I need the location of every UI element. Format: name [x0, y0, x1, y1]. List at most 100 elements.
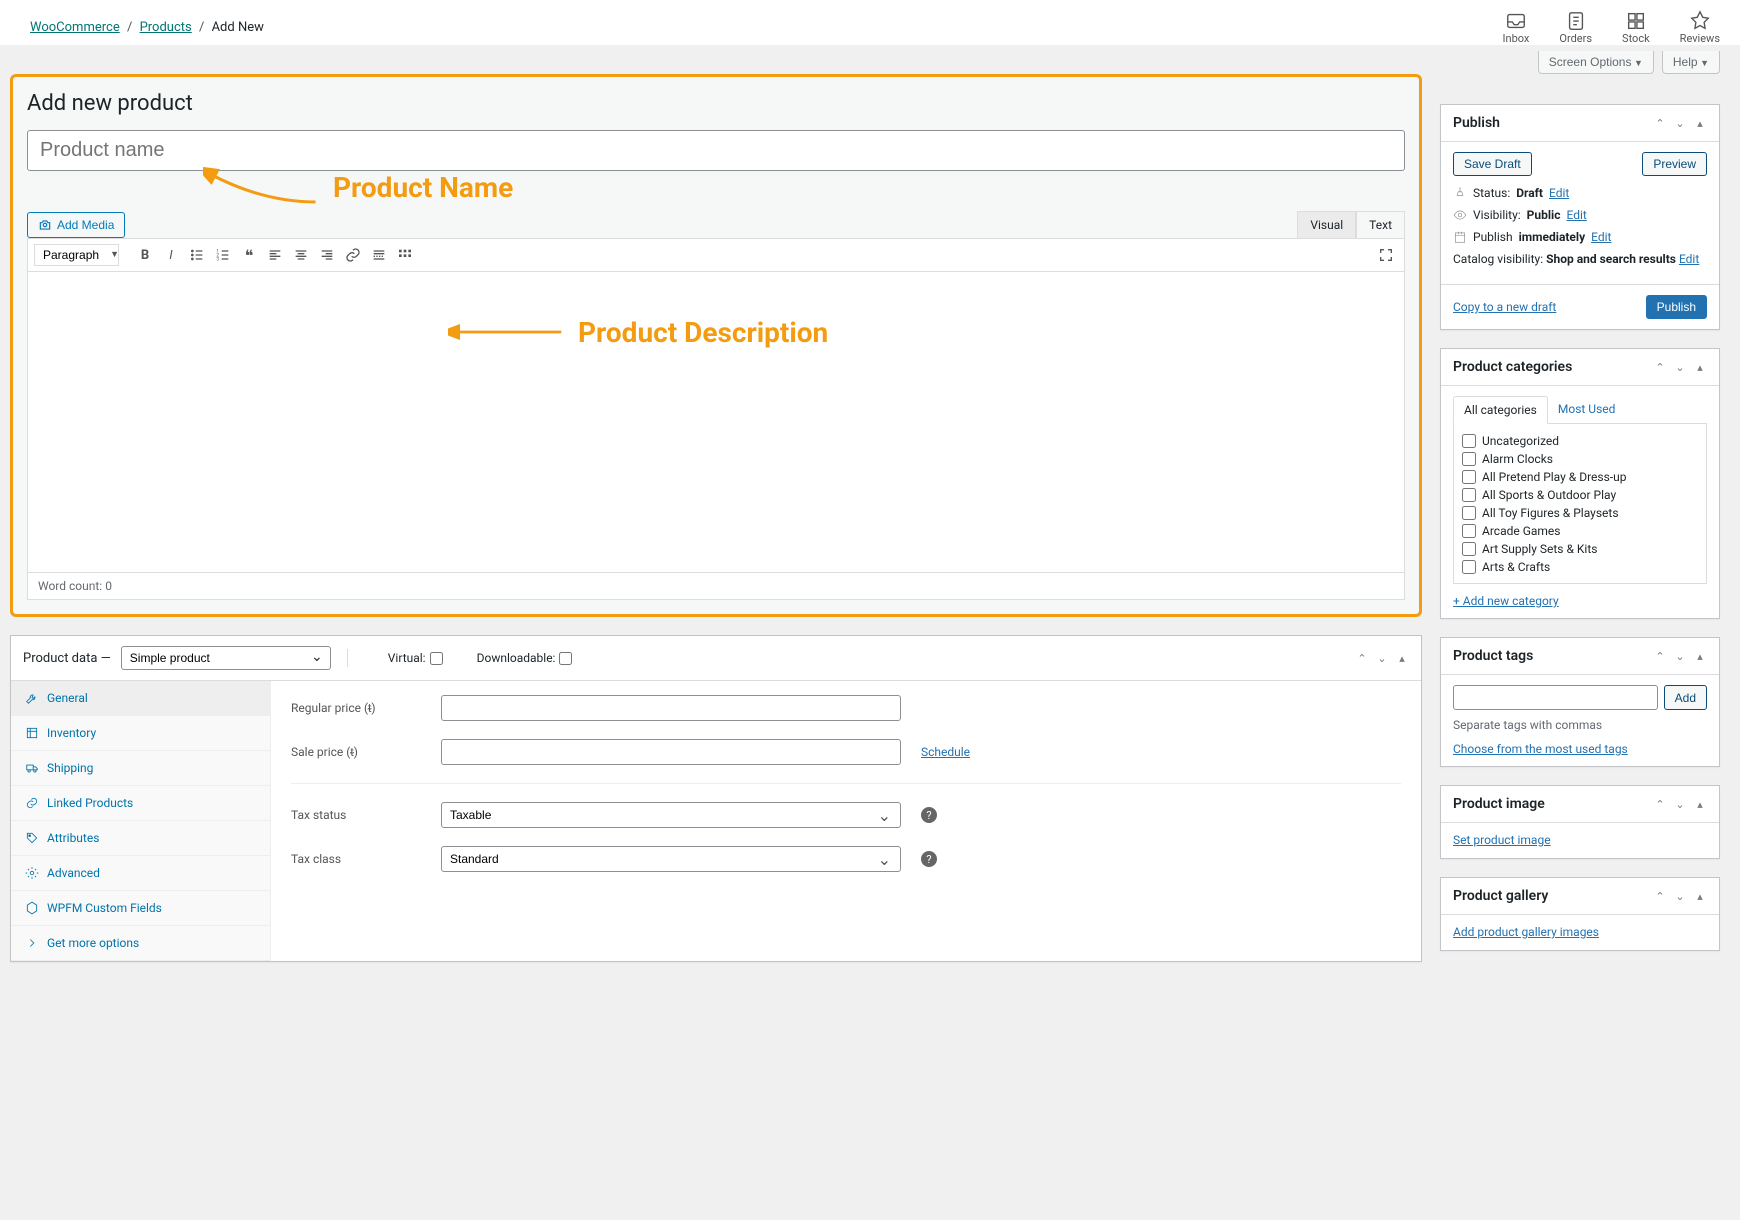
tax-status-select[interactable]: Taxable — [441, 802, 901, 828]
edit-catalog-link[interactable]: Edit — [1679, 252, 1699, 266]
product-type-select[interactable]: Simple product — [121, 646, 331, 670]
caret-up-icon[interactable]: ▴ — [1693, 889, 1707, 903]
category-item[interactable]: Alarm Clocks — [1462, 450, 1698, 468]
choose-tags-link[interactable]: Choose from the most used tags — [1453, 742, 1707, 756]
chevron-down-icon[interactable]: ⌄ — [1673, 360, 1687, 374]
tab-attributes[interactable]: Attributes — [11, 821, 270, 856]
arrow-icon — [203, 167, 323, 207]
breadcrumb-products[interactable]: Products — [140, 20, 192, 35]
add-tag-button[interactable]: Add — [1664, 685, 1707, 710]
hexagon-icon — [25, 901, 39, 915]
save-draft-button[interactable]: Save Draft — [1453, 152, 1532, 176]
pin-icon — [1453, 186, 1467, 200]
italic-icon[interactable]: I — [159, 243, 183, 267]
category-item[interactable]: All Sports & Outdoor Play — [1462, 486, 1698, 504]
tab-inventory[interactable]: Inventory — [11, 716, 270, 751]
screen-options-button[interactable]: Screen Options — [1538, 51, 1654, 74]
add-category-link[interactable]: + Add new category — [1453, 594, 1707, 608]
set-image-link[interactable]: Set product image — [1453, 833, 1551, 847]
tab-text[interactable]: Text — [1356, 211, 1405, 238]
insert-more-icon[interactable] — [367, 243, 391, 267]
highlight-box: Add new product Product Name Add Media V… — [10, 74, 1422, 617]
cat-tab-all[interactable]: All categories — [1453, 396, 1548, 424]
paragraph-select[interactable]: Paragraph — [34, 244, 119, 266]
stock-icon[interactable]: Stock — [1622, 10, 1650, 45]
chevron-down-icon[interactable]: ⌄ — [1375, 651, 1389, 665]
reviews-icon[interactable]: Reviews — [1680, 10, 1720, 45]
preview-button[interactable]: Preview — [1642, 152, 1707, 176]
chevron-down-icon[interactable]: ⌄ — [1673, 889, 1687, 903]
chevron-up-icon[interactable]: ⌃ — [1653, 797, 1667, 811]
category-list[interactable]: UncategorizedAlarm ClocksAll Pretend Pla… — [1453, 424, 1707, 584]
caret-up-icon[interactable]: ▴ — [1693, 360, 1707, 374]
tab-shipping[interactable]: Shipping — [11, 751, 270, 786]
chevron-up-icon[interactable]: ⌃ — [1653, 889, 1667, 903]
arrow-icon — [448, 312, 568, 352]
help-icon[interactable]: ? — [921, 807, 937, 823]
tax-class-label: Tax class — [291, 852, 431, 866]
blockquote-icon[interactable]: ❝ — [237, 243, 261, 267]
link-icon[interactable] — [341, 243, 365, 267]
tag-input[interactable] — [1453, 685, 1658, 710]
chevron-up-icon[interactable]: ⌃ — [1355, 651, 1369, 665]
align-right-icon[interactable] — [315, 243, 339, 267]
tab-advanced[interactable]: Advanced — [11, 856, 270, 891]
tab-general[interactable]: General — [11, 681, 270, 716]
tab-linked[interactable]: Linked Products — [11, 786, 270, 821]
schedule-link[interactable]: Schedule — [921, 745, 970, 759]
chevron-up-icon[interactable]: ⌃ — [1653, 360, 1667, 374]
edit-publish-link[interactable]: Edit — [1591, 230, 1611, 244]
align-left-icon[interactable] — [263, 243, 287, 267]
chevron-up-icon[interactable]: ⌃ — [1653, 116, 1667, 130]
caret-up-icon[interactable]: ▴ — [1693, 649, 1707, 663]
add-gallery-link[interactable]: Add product gallery images — [1453, 925, 1599, 939]
category-item[interactable]: All Pretend Play & Dress-up — [1462, 468, 1698, 486]
chevron-down-icon[interactable]: ⌄ — [1673, 649, 1687, 663]
tab-more[interactable]: Get more options — [11, 926, 270, 961]
wrench-icon — [25, 691, 39, 705]
chevron-down-icon[interactable]: ⌄ — [1673, 797, 1687, 811]
virtual-checkbox[interactable]: Virtual: — [382, 651, 443, 665]
caret-up-icon[interactable]: ▴ — [1693, 797, 1707, 811]
tab-visual[interactable]: Visual — [1297, 211, 1356, 238]
inbox-icon[interactable]: Inbox — [1503, 10, 1530, 45]
regular-price-input[interactable] — [441, 695, 901, 721]
cat-tab-most[interactable]: Most Used — [1548, 396, 1626, 423]
tax-class-select[interactable]: Standard — [441, 846, 901, 872]
category-item[interactable]: Art Supply Sets & Kits — [1462, 540, 1698, 558]
toolbar-toggle-icon[interactable] — [393, 243, 417, 267]
tab-wpfm[interactable]: WPFM Custom Fields — [11, 891, 270, 926]
category-item[interactable]: Arcade Games — [1462, 522, 1698, 540]
tags-title: Product tags — [1453, 648, 1533, 664]
bold-icon[interactable]: B — [133, 243, 157, 267]
chevron-right-icon — [25, 936, 39, 950]
editor-box: Paragraph B I 123 ❝ — [27, 238, 1405, 600]
category-item[interactable]: Arts & Crafts — [1462, 558, 1698, 576]
help-icon[interactable]: ? — [921, 851, 937, 867]
word-count: Word count: 0 — [28, 572, 1404, 599]
downloadable-checkbox[interactable]: Downloadable: — [471, 651, 573, 665]
copy-draft-link[interactable]: Copy to a new draft — [1453, 300, 1556, 314]
tag-hint: Separate tags with commas — [1453, 718, 1707, 732]
bullet-list-icon[interactable] — [185, 243, 209, 267]
sale-price-input[interactable] — [441, 739, 901, 765]
breadcrumb-woocommerce[interactable]: WooCommerce — [30, 20, 120, 35]
edit-visibility-link[interactable]: Edit — [1566, 208, 1586, 222]
image-title: Product image — [1453, 796, 1545, 812]
fullscreen-icon[interactable] — [1374, 243, 1398, 267]
caret-up-icon[interactable]: ▴ — [1395, 651, 1409, 665]
edit-status-link[interactable]: Edit — [1549, 186, 1569, 200]
chevron-up-icon[interactable]: ⌃ — [1653, 649, 1667, 663]
orders-icon[interactable]: Orders — [1559, 10, 1592, 45]
publish-button[interactable]: Publish — [1646, 295, 1707, 319]
editor-area[interactable]: Product Description — [28, 272, 1404, 572]
numbered-list-icon[interactable]: 123 — [211, 243, 235, 267]
align-center-icon[interactable] — [289, 243, 313, 267]
category-item[interactable]: Uncategorized — [1462, 432, 1698, 450]
category-item[interactable]: All Toy Figures & Playsets — [1462, 504, 1698, 522]
help-button[interactable]: Help — [1662, 51, 1720, 74]
add-media-button[interactable]: Add Media — [27, 212, 125, 238]
product-name-input[interactable] — [27, 130, 1405, 171]
chevron-down-icon[interactable]: ⌄ — [1673, 116, 1687, 130]
caret-up-icon[interactable]: ▴ — [1693, 116, 1707, 130]
